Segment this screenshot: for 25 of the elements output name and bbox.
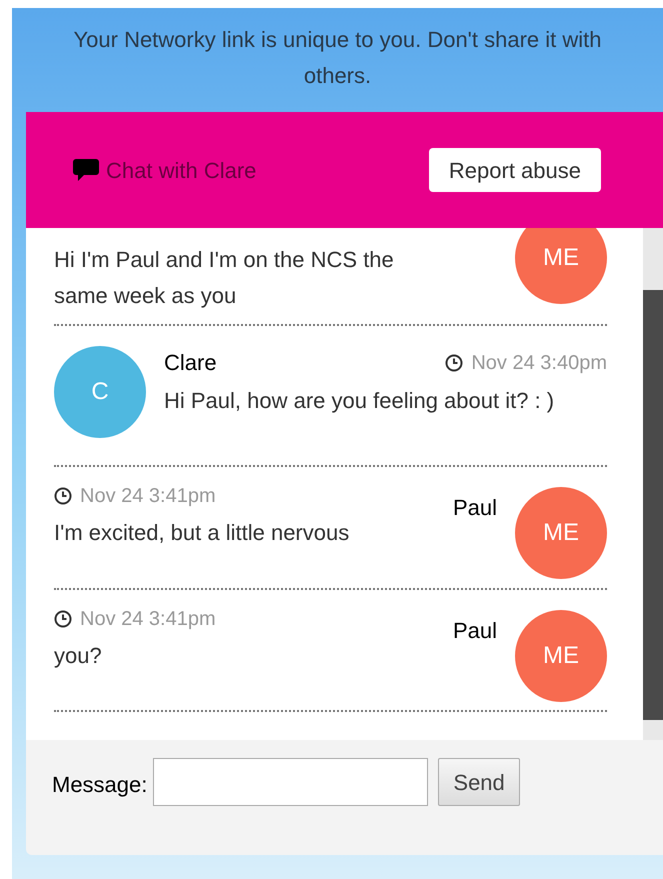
avatar: ME [515, 610, 607, 702]
sender-name: Clare [164, 349, 217, 377]
send-button[interactable]: Send [438, 758, 520, 806]
sender-name: Paul [452, 495, 497, 520]
clock-icon [54, 610, 72, 628]
report-abuse-button[interactable]: Report abuse [428, 148, 601, 192]
notice-text: Your Networky link is unique to you. Don't share it with others. [72, 26, 602, 90]
message-time: Nov 24 3:41pm [80, 607, 216, 632]
message-time: Nov 24 3:41pm [80, 484, 216, 509]
message-time: Nov 24 3:40pm [471, 350, 607, 376]
clock-icon [445, 354, 464, 372]
sender-name: Paul [452, 618, 497, 643]
speech-bubble-icon [72, 157, 100, 183]
avatar: C [54, 346, 146, 438]
clock-icon [54, 487, 72, 505]
avatar: ME [515, 487, 607, 579]
message-text: Hi Paul, how are you feeling about it? : ) [164, 387, 556, 415]
message-text: you? [54, 642, 103, 670]
avatar: ME [515, 228, 607, 304]
message-text: Hi I'm Paul and I'm on the NCS the same week as you [54, 246, 395, 310]
message-label: Message: [52, 771, 148, 799]
scrollbar[interactable] [643, 228, 663, 740]
message-text: I'm excited, but a little nervous [54, 519, 350, 547]
message-input[interactable] [153, 758, 428, 806]
chat-title: Chat with Clare [106, 156, 256, 184]
